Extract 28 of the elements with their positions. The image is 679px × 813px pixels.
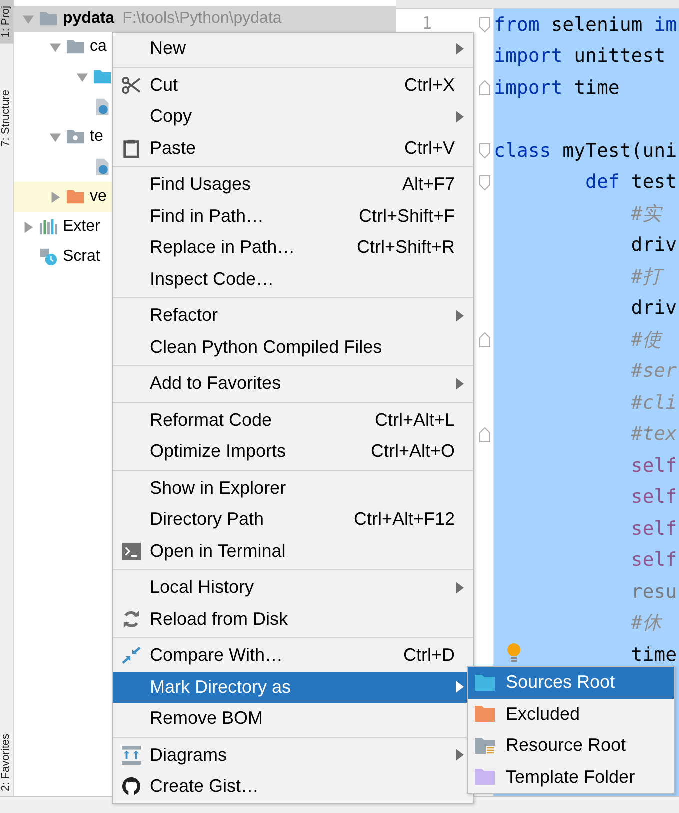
code-line: #tex	[631, 424, 678, 444]
code-line: #休	[631, 613, 662, 634]
code-line: resu	[631, 582, 678, 602]
code-line: driv	[631, 235, 678, 256]
code-line: self	[631, 487, 678, 508]
code-line: #ser	[631, 361, 678, 382]
code-line: #使	[631, 330, 662, 350]
code-line: from selenium im	[494, 14, 678, 35]
tree-item-name: pydata	[63, 10, 115, 28]
code-line: time	[631, 644, 678, 665]
code-line: class myTest(uni	[494, 140, 678, 161]
code-line: import unittest	[494, 46, 666, 66]
tree-item-name: Exter	[63, 218, 100, 236]
tree-item-name: ca	[90, 38, 107, 56]
code-line: driv	[631, 298, 678, 318]
tree-item-name: ve	[90, 188, 107, 206]
code-line: #打	[631, 266, 662, 287]
code-line: #cli	[631, 392, 678, 413]
folder-path: F:\tools\Python\pydata	[122, 10, 282, 28]
code-line: self	[631, 550, 678, 570]
code-line: def test	[586, 172, 678, 192]
code-line: import time	[494, 78, 620, 98]
code-line: #实	[631, 204, 662, 224]
line-number: 1	[422, 14, 432, 34]
tree-item-name: Scrat	[63, 248, 100, 266]
tree-item-name: te	[90, 128, 104, 146]
code-line: self	[631, 456, 678, 476]
code-line: self	[631, 518, 678, 539]
